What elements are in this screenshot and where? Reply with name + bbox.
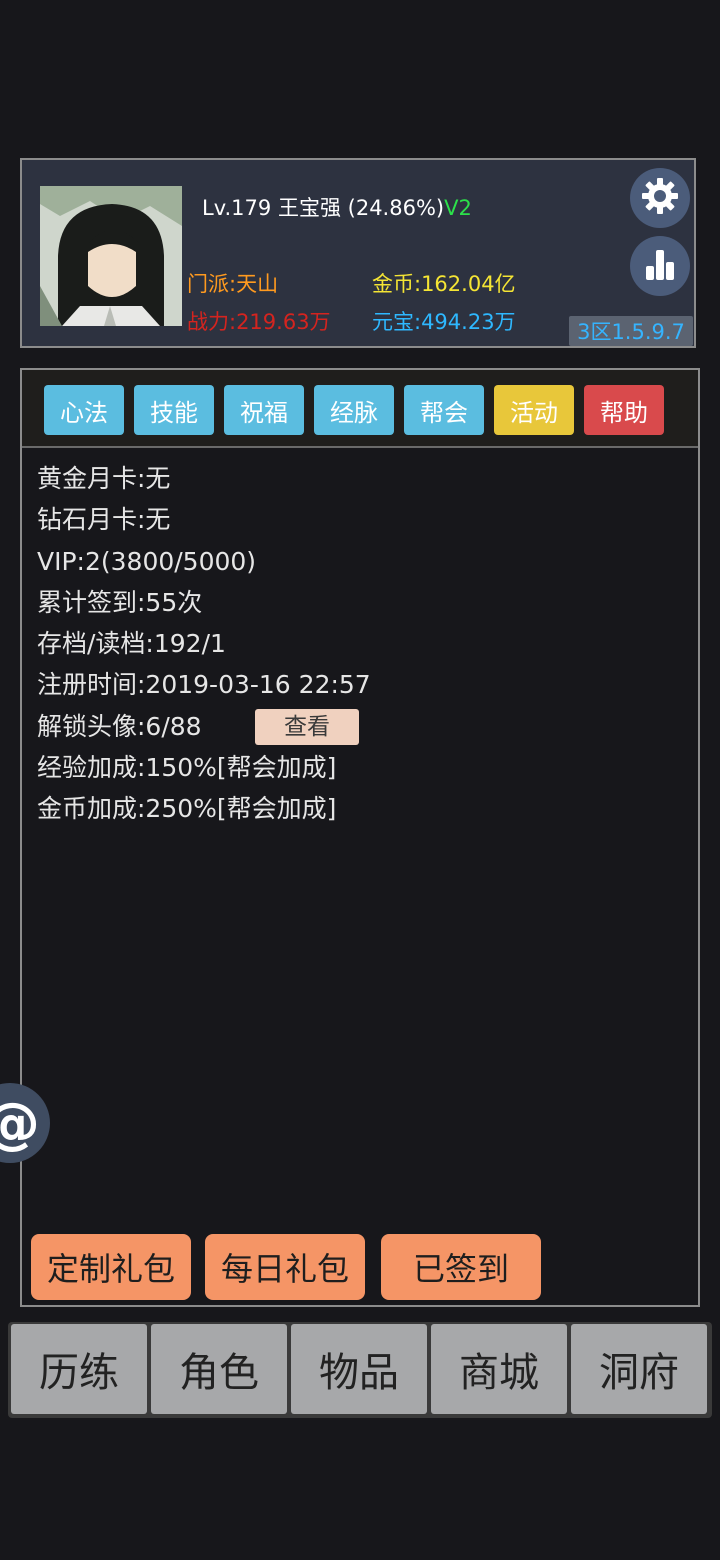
at-icon: @	[0, 1091, 40, 1156]
player-level: Lv.179	[202, 196, 272, 220]
player-power: 战力:219.63万	[187, 310, 331, 334]
player-exp-percent: (24.86%)	[347, 196, 445, 220]
player-avatar[interactable]	[40, 186, 182, 326]
exp-bonus: 经验加成:150%[帮会加成]	[37, 753, 337, 783]
nav-cave-dwelling[interactable]: 洞府	[571, 1324, 707, 1414]
bottom-nav: 历练 角色 物品 商城 洞府	[8, 1322, 712, 1418]
signed-in-button[interactable]: 已签到	[381, 1234, 541, 1300]
avatars-unlocked: 解锁头像:6/88	[37, 711, 202, 741]
nav-shop[interactable]: 商城	[431, 1324, 567, 1414]
avatar-unlock-row: 解锁头像:6/88 查看	[37, 706, 371, 747]
gear-icon	[640, 176, 680, 220]
player-sect: 门派:天山	[187, 272, 279, 296]
vip-progress: VIP:2(3800/5000)	[37, 546, 257, 576]
register-time: 注册时间:2019-03-16 22:57	[37, 670, 371, 700]
nav-training[interactable]: 历练	[11, 1324, 147, 1414]
tab-blessing[interactable]: 祝福	[224, 385, 304, 435]
gold-month-card: 黄金月卡:无	[37, 464, 171, 493]
player-name: 王宝强	[277, 196, 341, 220]
server-version-badge: 3区1.5.9.7	[569, 316, 693, 346]
view-avatars-button[interactable]: 查看	[255, 708, 359, 745]
custom-gift-button[interactable]: 定制礼包	[31, 1234, 191, 1300]
player-coins: 金币:162.04亿	[372, 272, 516, 296]
player-vip-tag: V2	[444, 196, 472, 220]
tab-meridians[interactable]: 经脉	[314, 385, 394, 435]
tab-events[interactable]: 活动	[494, 385, 574, 435]
stats-button[interactable]	[630, 236, 690, 296]
player-header-card: Lv.179 王宝强 (24.86%)V2 门派:天山 金币:162.04亿 战…	[20, 158, 696, 348]
main-panel: 心法 技能 祝福 经脉 帮会 活动 帮助 黄金月卡:无 钻石月卡:无 VIP:2…	[20, 368, 700, 1307]
save-load-count: 存档/读档:192/1	[37, 629, 226, 659]
tab-guild[interactable]: 帮会	[404, 385, 484, 435]
feature-tab-bar: 心法 技能 祝福 经脉 帮会 活动 帮助	[22, 370, 698, 448]
checkin-total: 累计签到:55次	[37, 587, 203, 617]
diamond-month-card: 钻石月卡:无	[37, 505, 171, 535]
coin-bonus: 金币加成:250%[帮会加成]	[37, 794, 337, 824]
bar-chart-icon	[640, 244, 680, 288]
daily-gift-button[interactable]: 每日礼包	[205, 1234, 365, 1300]
account-info-list: 黄金月卡:无 钻石月卡:无 VIP:2(3800/5000) 累计签到:55次 …	[37, 458, 371, 830]
tab-help[interactable]: 帮助	[584, 385, 664, 435]
player-level-line: Lv.179 王宝强 (24.86%)V2	[202, 192, 472, 222]
settings-button[interactable]	[630, 168, 690, 228]
tab-skills[interactable]: 技能	[134, 385, 214, 435]
nav-character[interactable]: 角色	[151, 1324, 287, 1414]
nav-items[interactable]: 物品	[291, 1324, 427, 1414]
tab-mind-method[interactable]: 心法	[44, 385, 124, 435]
player-ingots: 元宝:494.23万	[372, 310, 516, 334]
